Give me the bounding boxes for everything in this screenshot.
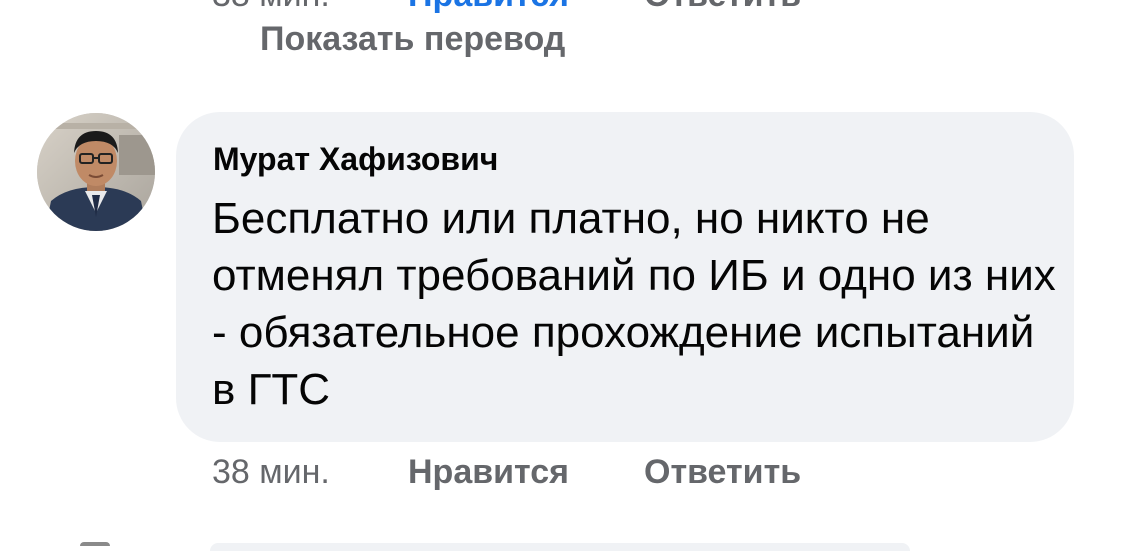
like-button[interactable]: Нравится xyxy=(408,453,644,492)
comment-author[interactable]: Мурат Хафизович xyxy=(213,141,498,178)
previous-comment-like-button[interactable]: Нравится xyxy=(408,0,644,15)
previous-comment-time: 38 мин. xyxy=(212,0,408,15)
next-comment-bubble-edge xyxy=(210,543,910,551)
comment-actions: 38 мин. Нравится Ответить xyxy=(212,452,801,492)
avatar[interactable] xyxy=(37,113,155,231)
next-comment-avatar-edge xyxy=(80,542,110,546)
comment-time[interactable]: 38 мин. xyxy=(212,453,408,492)
previous-comment-reply-button[interactable]: Ответить xyxy=(644,0,801,15)
reply-button[interactable]: Ответить xyxy=(644,453,801,492)
comment-text: Бесплатно или платно, но никто не отменя… xyxy=(212,194,1056,414)
previous-comment-actions: 38 мин. Нравится Ответить xyxy=(212,0,801,15)
show-translation-link[interactable]: Показать перевод xyxy=(260,20,565,59)
avatar-photo xyxy=(37,113,155,231)
